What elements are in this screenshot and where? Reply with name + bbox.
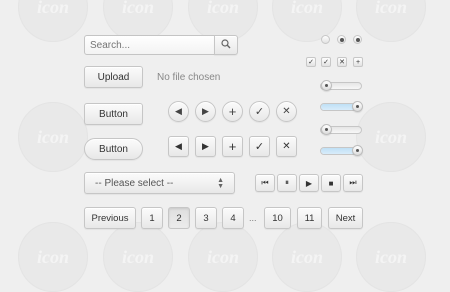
- upload-status-text: No file chosen: [157, 72, 221, 83]
- select-value: -- Please select --: [95, 177, 174, 189]
- watermark-logo: icon: [272, 0, 342, 42]
- watermark-logo: icon: [103, 222, 173, 292]
- watermark-logo: icon: [188, 222, 258, 292]
- checkbox[interactable]: ✓: [306, 57, 316, 67]
- slider-handle[interactable]: [321, 80, 332, 91]
- watermark-logo: icon: [18, 222, 88, 292]
- watermark-logo: icon: [272, 222, 342, 292]
- prev-round-button[interactable]: ◀: [168, 101, 189, 122]
- next-square-button[interactable]: ▶: [195, 136, 216, 157]
- radio-button[interactable]: [353, 35, 362, 44]
- upload-button[interactable]: Upload: [84, 66, 143, 88]
- slider-handle[interactable]: [352, 145, 363, 156]
- pagination-page-label: 3: [203, 212, 209, 224]
- sort-arrows-icon: ▲ ▼: [217, 177, 224, 190]
- add-round-button[interactable]: +: [222, 101, 243, 122]
- search-button[interactable]: [214, 35, 238, 55]
- check-icon: ✓: [323, 59, 329, 66]
- pagination-page[interactable]: 4: [222, 207, 244, 229]
- pagination-page[interactable]: 1: [141, 207, 163, 229]
- pagination-page-active[interactable]: 2: [168, 207, 190, 229]
- pagination-previous[interactable]: Previous: [84, 207, 136, 229]
- pagination-page-label: 2: [176, 212, 182, 224]
- arrow-left-icon: ◀: [175, 106, 182, 116]
- pagination-page[interactable]: 11: [297, 207, 322, 229]
- stop-button[interactable]: ■: [321, 174, 341, 192]
- select-dropdown[interactable]: -- Please select -- ▲ ▼: [84, 172, 235, 194]
- pause-icon: ⏸: [285, 178, 289, 187]
- watermark-logo: icon: [356, 0, 426, 42]
- next-round-button[interactable]: ▶: [195, 101, 216, 122]
- pagination-next-label: Next: [335, 212, 356, 224]
- arrow-right-icon: ▶: [202, 106, 209, 116]
- close-icon: ✕: [282, 106, 291, 117]
- watermark-logo: icon: [18, 0, 88, 42]
- close-icon: ✕: [339, 59, 345, 66]
- upload-button-label: Upload: [97, 71, 130, 83]
- next-track-icon: ⏭: [349, 178, 357, 187]
- slider-handle[interactable]: [321, 124, 332, 135]
- close-icon: ✕: [282, 141, 291, 152]
- close-square-button[interactable]: ✕: [276, 136, 297, 157]
- pagination-page-label: 1: [149, 212, 155, 224]
- check-square-button[interactable]: ✓: [249, 136, 270, 157]
- radio-button[interactable]: [321, 35, 330, 44]
- pagination-page-label: 4: [230, 212, 236, 224]
- plus-icon: +: [228, 139, 237, 154]
- watermark-logo: icon: [18, 102, 88, 172]
- next-track-button[interactable]: ⏭: [343, 174, 363, 192]
- pagination-page-label: 10: [272, 212, 283, 224]
- button-rounded-label: Button: [99, 143, 128, 155]
- pagination-page[interactable]: 10: [264, 207, 291, 229]
- add-square-button[interactable]: +: [222, 136, 243, 157]
- pagination-ellipsis: ...: [249, 213, 257, 223]
- arrow-left-icon: ◀: [175, 141, 182, 151]
- check-icon: ✓: [308, 59, 314, 66]
- plus-icon: +: [228, 104, 237, 119]
- play-button[interactable]: ▶: [299, 174, 319, 192]
- check-icon: ✓: [254, 106, 265, 118]
- pagination-page[interactable]: 3: [195, 207, 217, 229]
- checkbox[interactable]: ✕: [337, 57, 347, 67]
- check-round-button[interactable]: ✓: [249, 101, 270, 122]
- previous-track-button[interactable]: ⏮: [255, 174, 275, 192]
- watermark-logo: icon: [356, 222, 426, 292]
- watermark-logo: icon: [356, 102, 426, 172]
- radio-button[interactable]: [337, 35, 346, 44]
- checkbox[interactable]: ✓: [321, 57, 331, 67]
- prev-square-button[interactable]: ◀: [168, 136, 189, 157]
- slider-handle[interactable]: [352, 101, 363, 112]
- stop-icon: ■: [328, 178, 334, 188]
- arrow-right-icon: ▶: [202, 141, 209, 151]
- pagination-previous-label: Previous: [91, 212, 129, 224]
- pagination-next[interactable]: Next: [328, 207, 363, 229]
- close-round-button[interactable]: ✕: [276, 101, 297, 122]
- search-input[interactable]: [84, 35, 215, 55]
- button-rounded[interactable]: Button: [84, 138, 143, 160]
- plus-icon: +: [355, 58, 361, 66]
- button-square[interactable]: Button: [84, 103, 143, 125]
- search-icon: [221, 38, 231, 52]
- previous-track-icon: ⏮: [261, 178, 269, 187]
- checkbox[interactable]: +: [353, 57, 363, 67]
- pagination-page-label: 11: [304, 212, 315, 224]
- button-square-label: Button: [99, 108, 128, 120]
- check-icon: ✓: [254, 141, 265, 153]
- pause-button[interactable]: ⏸: [277, 174, 297, 192]
- play-icon: ▶: [305, 178, 313, 188]
